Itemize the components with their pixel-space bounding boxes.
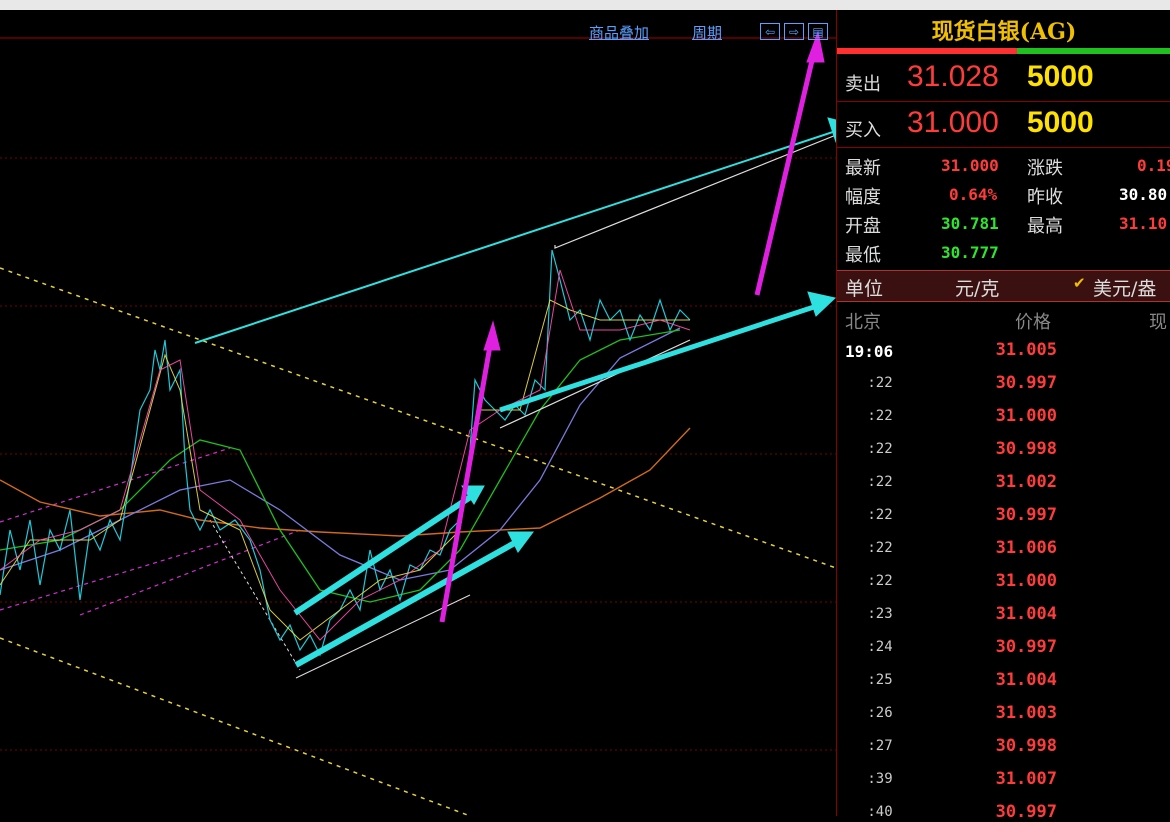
- downtrend-line-lower: [0, 637, 471, 816]
- ticks-header-price: 价格: [1015, 312, 1051, 333]
- tick-time: :22: [867, 573, 893, 589]
- tick-price: 31.000: [995, 571, 1057, 591]
- tick-price: 31.000: [995, 406, 1057, 426]
- tick-price: 30.997: [995, 505, 1057, 525]
- tick-time: :39: [867, 771, 893, 787]
- ma-green: [0, 329, 681, 603]
- candlestick-chart[interactable]: 商品叠加 周期 ⇦ ⇨ ▤: [0, 10, 836, 816]
- tick-time: 19:06: [845, 342, 894, 361]
- high-label: 最高: [1027, 216, 1063, 237]
- ticks-header-vol: 现: [1149, 312, 1167, 333]
- window-icon[interactable]: ▤: [808, 23, 828, 40]
- tick-price: 31.002: [995, 472, 1057, 492]
- tick-price: 31.006: [995, 538, 1057, 558]
- sell-row: 卖出 31.028 5000: [837, 56, 1170, 102]
- checkmark-icon[interactable]: ✔: [1073, 274, 1086, 292]
- range-value: 0.64%: [949, 185, 998, 204]
- prevclose-label: 昨收: [1027, 187, 1063, 208]
- open-label: 开盘: [845, 216, 881, 237]
- tick-price: 31.003: [995, 703, 1057, 723]
- tick-price: 30.997: [995, 637, 1057, 657]
- tick-time: :25: [867, 672, 893, 688]
- instrument-title: 现货白银(AG): [931, 19, 1077, 45]
- unit-value[interactable]: 元/克: [955, 274, 999, 301]
- tick-time: :22: [867, 507, 893, 523]
- tick-price: 31.007: [995, 769, 1057, 789]
- ma-orange: [0, 427, 691, 537]
- arrow-right-icon[interactable]: ⇨: [784, 23, 804, 40]
- tick-price: 30.998: [995, 736, 1057, 756]
- channel-upper-white: [554, 134, 836, 249]
- grid-lines: [0, 37, 836, 751]
- sell-label: 卖出: [845, 74, 881, 95]
- unit-alt-option[interactable]: 美元/盎: [1093, 274, 1156, 301]
- tick-time: :23: [867, 606, 893, 622]
- tick-time: :26: [867, 705, 893, 721]
- tick-time: :22: [867, 375, 893, 391]
- period-link[interactable]: 周期: [692, 22, 722, 43]
- unit-row: 单位 元/克 ✔ 美元/盎: [837, 270, 1170, 302]
- buy-ratio-bar: [1017, 48, 1170, 54]
- window-top-strip: [0, 0, 1170, 10]
- buy-row: 买入 31.000 5000: [837, 102, 1170, 148]
- buy-label: 买入: [845, 120, 881, 141]
- sell-volume: 5000: [1027, 60, 1094, 93]
- tick-time: :22: [867, 474, 893, 490]
- arrow-left-icon[interactable]: ⇦: [760, 23, 780, 40]
- tick-price: 30.997: [995, 802, 1057, 822]
- buy-volume: 5000: [1027, 106, 1094, 139]
- tick-price: 31.004: [995, 670, 1057, 690]
- tick-price: 31.004: [995, 604, 1057, 624]
- downtrend-line-upper: [0, 267, 836, 569]
- chart-canvas: [0, 30, 836, 816]
- sell-price: 31.028: [907, 60, 999, 93]
- low-label: 最低: [845, 245, 881, 266]
- tick-price: 30.997: [995, 373, 1057, 393]
- latest-label: 最新: [845, 158, 881, 179]
- ticks-header-time: 北京: [845, 312, 881, 333]
- high-value: 31.10: [1119, 214, 1168, 233]
- latest-value: 31.000: [941, 156, 999, 175]
- tick-time: :22: [867, 441, 893, 457]
- change-label: 涨跌: [1027, 158, 1063, 179]
- trend-arrows: [194, 117, 836, 668]
- low-value: 30.777: [941, 243, 999, 262]
- unit-label: 单位: [845, 278, 884, 300]
- tick-price: 31.005: [995, 340, 1057, 360]
- prevclose-value: 30.80: [1119, 185, 1168, 204]
- tick-price: 30.998: [995, 439, 1057, 459]
- tick-time: :27: [867, 738, 893, 754]
- range-label: 幅度: [845, 187, 881, 208]
- tick-time: :22: [867, 408, 893, 424]
- tick-time: :40: [867, 804, 893, 820]
- tick-time: :24: [867, 639, 893, 655]
- tick-time: :22: [867, 540, 893, 556]
- quote-panel: 现货白银(AG) 卖出 31.028 5000 买入 31.000 5000 最…: [836, 10, 1170, 822]
- change-value: 0.19: [1137, 156, 1170, 175]
- overlay-instrument-link[interactable]: 商品叠加: [589, 22, 649, 43]
- buy-price: 31.000: [907, 106, 999, 139]
- open-value: 30.781: [941, 214, 999, 233]
- price-line: [0, 249, 691, 657]
- sell-ratio-bar: [837, 48, 1017, 54]
